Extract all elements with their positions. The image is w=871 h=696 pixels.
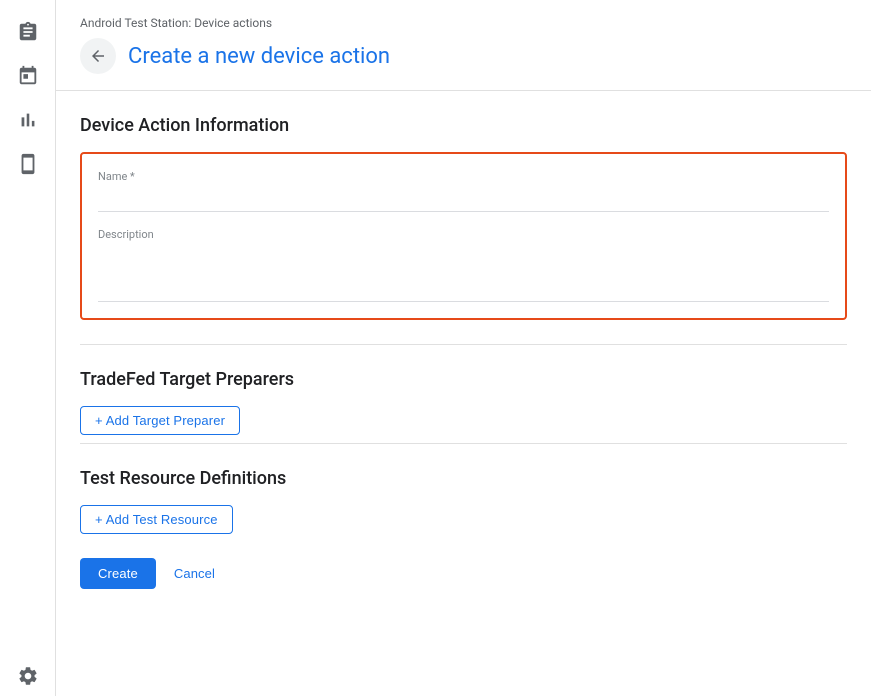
sidebar bbox=[0, 0, 56, 696]
create-button[interactable]: Create bbox=[80, 558, 156, 589]
test-resource-section-title: Test Resource Definitions bbox=[80, 468, 847, 489]
sidebar-item-devices[interactable] bbox=[8, 144, 48, 184]
device-action-section: Device Action Information Name * Descrip… bbox=[80, 115, 847, 320]
back-button[interactable] bbox=[80, 38, 116, 74]
content-area: Device Action Information Name * Descrip… bbox=[56, 91, 871, 613]
description-field-wrapper: Description bbox=[98, 228, 829, 302]
test-resource-section: Test Resource Definitions + Add Test Res… bbox=[80, 468, 847, 534]
page-title-row: Create a new device action bbox=[80, 38, 847, 74]
breadcrumb: Android Test Station: Device actions bbox=[80, 16, 847, 30]
section-divider-2 bbox=[80, 443, 847, 444]
cancel-button[interactable]: Cancel bbox=[164, 558, 225, 589]
tradefed-section-title: TradeFed Target Preparers bbox=[80, 369, 847, 390]
page-header: Android Test Station: Device actions Cre… bbox=[56, 0, 871, 90]
name-field-wrapper: Name * bbox=[98, 170, 829, 212]
field-group: Name * Description bbox=[98, 170, 829, 302]
action-buttons: Create Cancel bbox=[80, 558, 847, 589]
sidebar-item-tasks[interactable] bbox=[8, 12, 48, 52]
sidebar-item-analytics[interactable] bbox=[8, 100, 48, 140]
sidebar-item-calendar[interactable] bbox=[8, 56, 48, 96]
add-test-resource-button[interactable]: + Add Test Resource bbox=[80, 505, 233, 534]
name-label: Name * bbox=[98, 170, 829, 183]
name-input[interactable] bbox=[98, 187, 829, 212]
device-action-section-title: Device Action Information bbox=[80, 115, 847, 136]
section-divider-1 bbox=[80, 344, 847, 345]
description-label: Description bbox=[98, 228, 829, 241]
page-title: Create a new device action bbox=[128, 44, 390, 69]
tradefed-section: TradeFed Target Preparers + Add Target P… bbox=[80, 369, 847, 435]
add-target-preparer-button[interactable]: + Add Target Preparer bbox=[80, 406, 240, 435]
main-content: Android Test Station: Device actions Cre… bbox=[56, 0, 871, 696]
description-input[interactable] bbox=[98, 245, 829, 302]
device-action-form-box: Name * Description bbox=[80, 152, 847, 320]
sidebar-item-settings[interactable] bbox=[8, 656, 48, 696]
